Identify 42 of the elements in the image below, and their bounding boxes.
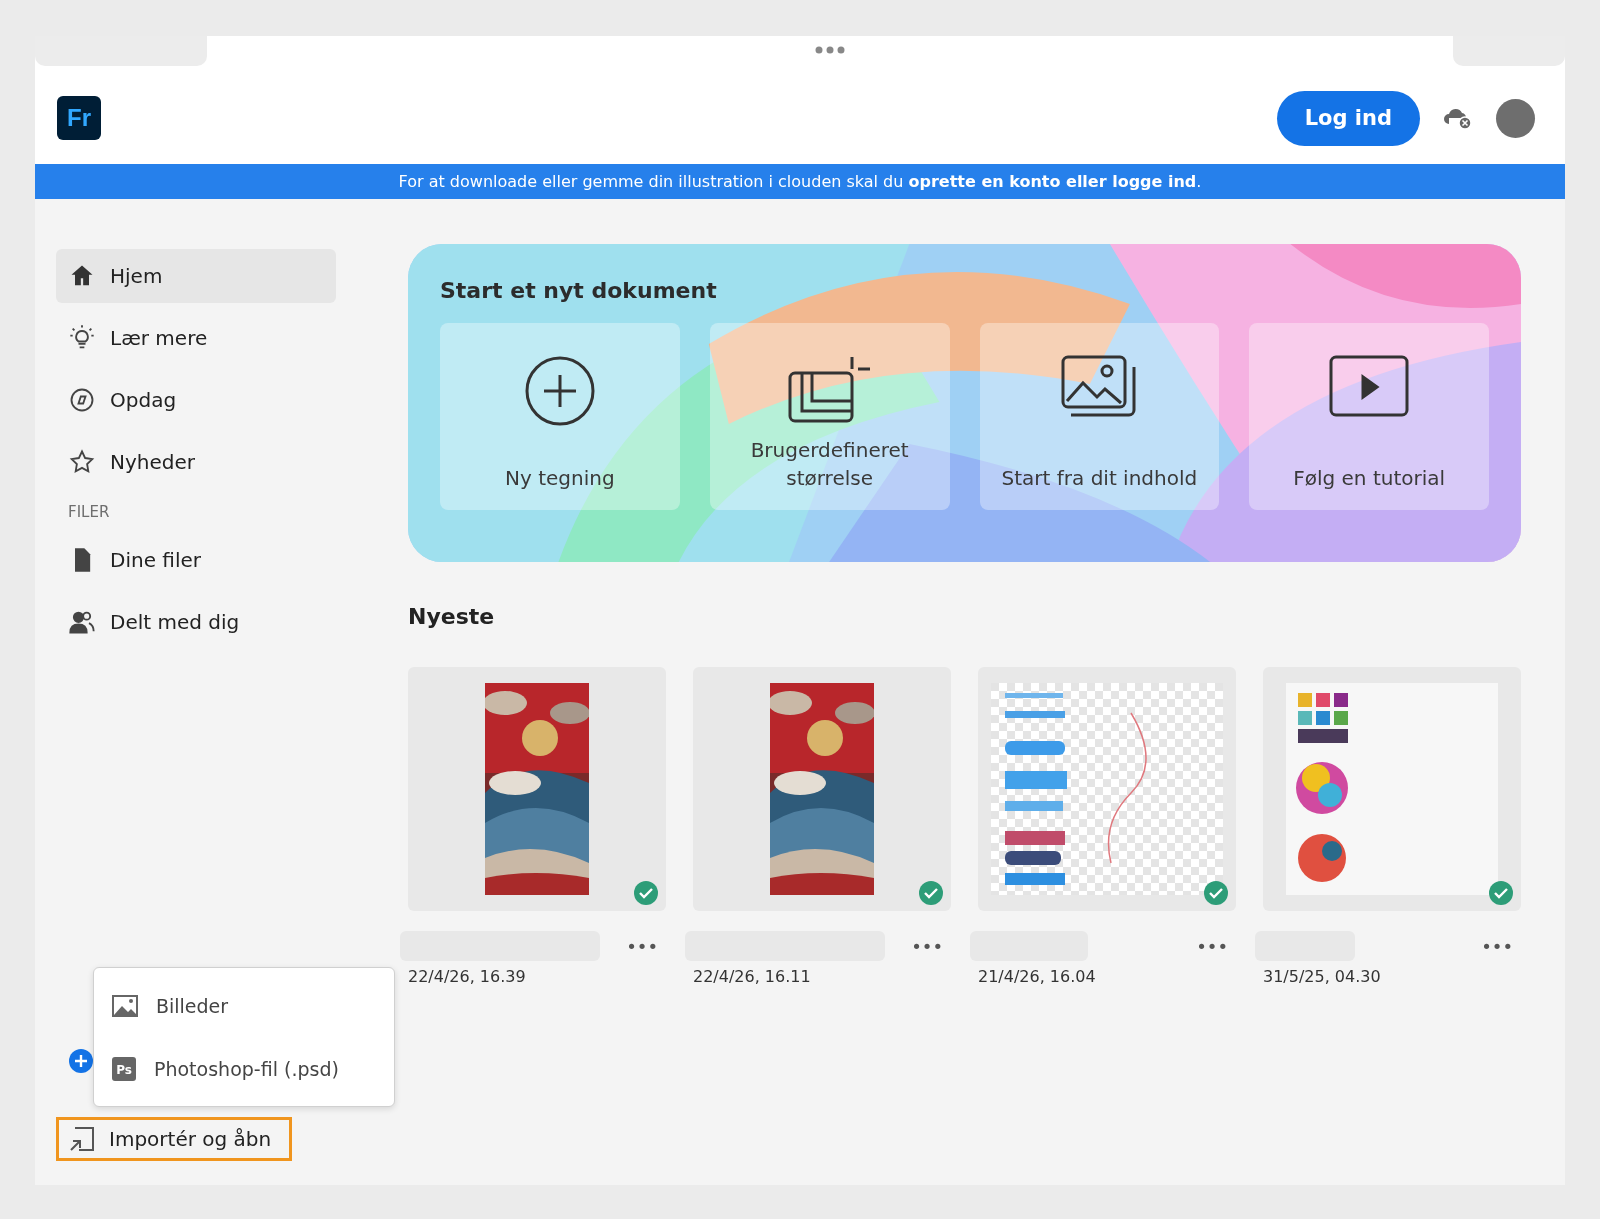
more-icon: [815, 46, 845, 54]
import-icon: [69, 1126, 95, 1152]
cloud-offline-icon[interactable]: [1442, 106, 1474, 130]
plus-circle-icon: [523, 355, 596, 427]
import-button[interactable]: Importér og åbn: [56, 1117, 293, 1161]
compass-icon: [68, 386, 96, 414]
section-header: FILER: [67, 502, 111, 523]
sidebar-item[interactable]: Opdag: [56, 373, 336, 427]
image-icon: [1061, 355, 1138, 419]
more-button[interactable]: •••: [618, 935, 666, 957]
add-icon[interactable]: [69, 1049, 93, 1073]
new-document-option[interactable]: Ny tegning: [440, 323, 680, 510]
file-date: 21/4/26, 16.04: [978, 967, 1097, 986]
sidebar-item[interactable]: Hjem: [56, 249, 336, 303]
menu-item[interactable]: Billeder: [94, 974, 394, 1037]
new-document-option[interactable]: Brugerdefineret størrelse: [709, 323, 950, 510]
file-thumbnail[interactable]: [693, 667, 951, 911]
sidebar-item[interactable]: Dine filer: [56, 533, 336, 587]
new-document-option[interactable]: Start fra dit indhold: [979, 323, 1220, 510]
file-date: 22/4/26, 16.39: [408, 967, 527, 986]
file-thumbnail[interactable]: [408, 667, 666, 911]
file-date: 22/4/26, 16.11: [693, 967, 812, 986]
sidebar-item[interactable]: Delt med dig: [56, 595, 336, 649]
more-button[interactable]: •••: [903, 935, 951, 957]
hero-title: Start et nyt dokument: [440, 278, 718, 303]
file-thumbnail[interactable]: [1263, 667, 1521, 911]
play-icon: [1329, 355, 1410, 419]
sidebar-item[interactable]: Lær mere: [56, 311, 336, 365]
more-button[interactable]: •••: [1188, 935, 1236, 957]
menu-item[interactable]: Ps Photoshop-fil (.psd): [94, 1037, 394, 1100]
sidebar-item[interactable]: Nyheder: [56, 435, 336, 489]
file-date: 31/5/25, 04.30: [1263, 967, 1382, 986]
login-button[interactable]: Log ind: [1276, 90, 1420, 146]
app-logo: Fr: [57, 96, 101, 140]
banner-text: For at downloade eller gemme din illustration i clouden skal du oprette en konto eller logge ind.: [398, 172, 1202, 191]
file-thumbnail[interactable]: [978, 667, 1236, 911]
new-document-option[interactable]: Følg en tutorial: [1249, 323, 1489, 510]
image-icon: [112, 994, 138, 1017]
photoshop-icon: Ps: [112, 1056, 136, 1081]
avatar[interactable]: [1496, 98, 1535, 138]
more-button[interactable]: •••: [1473, 935, 1521, 957]
section-title: Nyeste: [408, 604, 496, 629]
